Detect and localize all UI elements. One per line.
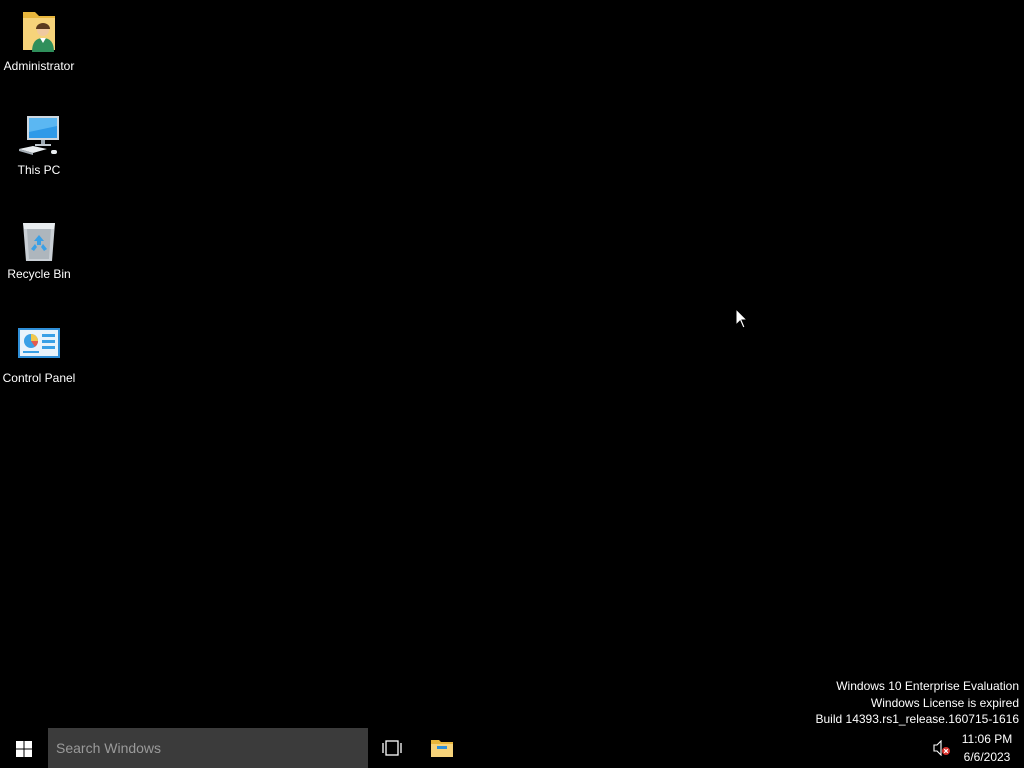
clock-date: 6/6/2023	[963, 750, 1011, 764]
activation-watermark: Windows 10 Enterprise Evaluation Windows…	[816, 678, 1020, 728]
watermark-build: Build 14393.rs1_release.160715-1616	[815, 712, 1020, 726]
taskbar-clock[interactable]: 11:06 PM 6/6/2023	[956, 728, 1018, 768]
computer-icon	[17, 113, 61, 161]
desktop-icon-administrator[interactable]: Administrator	[0, 10, 78, 90]
desktop-icon-label: Recycle Bin	[7, 267, 71, 281]
watermark-license-status: Windows License is expired	[870, 695, 1019, 710]
volume-tray-button[interactable]	[930, 728, 954, 768]
desktop[interactable]: Administrator This PC Recycle Bin Contro…	[0, 0, 1024, 728]
desktop-icon-label: Control Panel	[2, 371, 76, 385]
desktop-icon-recycle-bin[interactable]: Recycle Bin	[0, 217, 78, 297]
desktop-icon-this-pc[interactable]: This PC	[0, 113, 78, 193]
desktop-icon-control-panel[interactable]: Control Panel	[0, 321, 78, 401]
taskbar-search-box[interactable]	[48, 728, 368, 768]
file-explorer-taskbar-button[interactable]	[418, 728, 466, 768]
user-folder-icon	[17, 10, 61, 58]
recycle-bin-icon	[17, 217, 61, 265]
desktop-icon-label: Administrator	[3, 59, 75, 73]
task-view-button[interactable]	[368, 728, 416, 768]
desktop-icon-label: This PC	[17, 163, 61, 177]
start-button[interactable]	[0, 728, 48, 768]
search-input[interactable]	[48, 728, 368, 768]
mouse-cursor-icon	[735, 307, 749, 330]
watermark-edition: Windows 10 Enterprise Evaluation	[836, 679, 1019, 693]
taskbar: 11:06 PM 6/6/2023	[0, 728, 1024, 768]
control-panel-icon	[17, 321, 61, 369]
clock-time: 11:06 PM	[961, 732, 1013, 746]
